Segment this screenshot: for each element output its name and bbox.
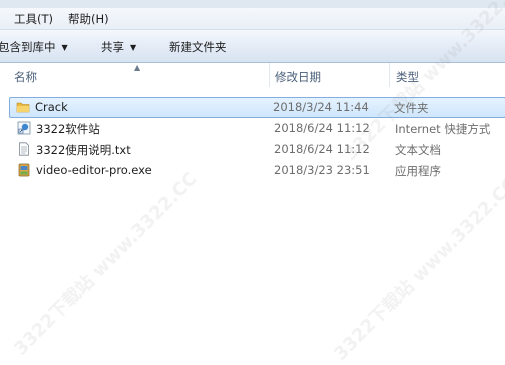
file-row-3322-site[interactable]: 3322软件站 2018/6/24 11:12 Internet 快捷方式: [10, 118, 505, 139]
file-date: 2018/3/24 11:44: [273, 100, 369, 114]
command-toolbar: 包含到库中 ▼ 共享 ▼ 新建文件夹: [0, 30, 505, 63]
menu-bar: 工具(T) 帮助(H): [0, 8, 505, 30]
file-row-video-editor-exe[interactable]: video-editor-pro.exe 2018/3/23 23:51 应用程…: [10, 160, 505, 181]
share-label: 共享: [101, 40, 124, 54]
column-name[interactable]: 名称: [14, 69, 37, 87]
file-date: 2018/6/24 11:12: [274, 142, 370, 156]
application-icon: [18, 163, 30, 177]
file-type: 应用程序: [395, 164, 441, 178]
share-button[interactable]: 共享 ▼: [101, 39, 136, 55]
window-top-strip: [0, 0, 505, 8]
file-name: 3322软件站: [36, 122, 100, 136]
file-row-readme-txt[interactable]: 3322使用说明.txt 2018/6/24 11:12 文本文档: [10, 139, 505, 160]
chevron-down-icon: ▼: [130, 43, 137, 52]
menu-tools[interactable]: 工具(T): [12, 11, 55, 27]
file-date: 2018/6/24 11:12: [274, 121, 370, 135]
text-document-icon: [19, 142, 29, 156]
column-type[interactable]: 类型: [396, 69, 419, 87]
folder-icon: [16, 102, 30, 113]
file-name: Crack: [35, 100, 68, 114]
column-divider[interactable]: [269, 63, 270, 87]
file-row-crack[interactable]: Crack 2018/3/24 11:44 文件夹: [9, 97, 505, 118]
watermark: 3322下载站 www.3322.CC: [330, 173, 505, 365]
file-name: video-editor-pro.exe: [36, 163, 152, 177]
chevron-down-icon: ▼: [61, 43, 68, 52]
file-type: 文件夹: [394, 101, 429, 115]
menu-help[interactable]: 帮助(H): [66, 11, 111, 27]
new-folder-button[interactable]: 新建文件夹: [169, 39, 227, 55]
include-in-library-label: 包含到库中: [0, 40, 56, 54]
internet-shortcut-icon: [17, 121, 31, 135]
file-name: 3322使用说明.txt: [36, 143, 131, 157]
file-type: 文本文档: [395, 143, 441, 157]
column-header: ▲ 名称 修改日期 类型: [0, 63, 505, 87]
file-date: 2018/3/23 23:51: [274, 163, 370, 177]
column-date-modified[interactable]: 修改日期: [275, 69, 321, 87]
file-type: Internet 快捷方式: [395, 122, 491, 136]
watermark: 3322下载站 www.3322.CC: [10, 168, 202, 360]
sort-ascending-icon: ▲: [134, 63, 141, 72]
include-in-library-button[interactable]: 包含到库中 ▼: [0, 39, 68, 55]
column-divider[interactable]: [389, 63, 390, 87]
